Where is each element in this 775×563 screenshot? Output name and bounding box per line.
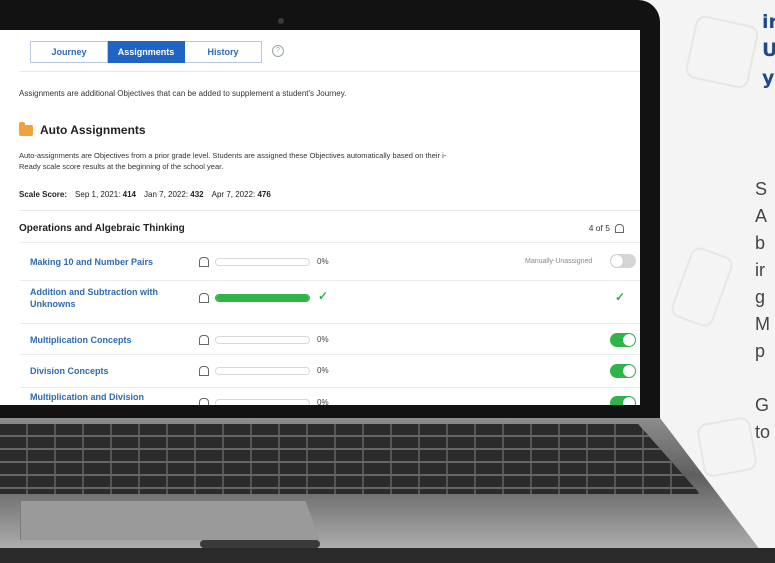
check-icon: ✓ bbox=[318, 289, 329, 303]
divider bbox=[20, 280, 640, 281]
tab-assignments[interactable]: Assignments bbox=[108, 41, 185, 63]
folder-icon bbox=[19, 121, 33, 136]
bell-icon bbox=[615, 223, 624, 233]
objective-count: 4 of 5 bbox=[589, 223, 624, 233]
scale-score-entry: Jan 7, 2022: 432 bbox=[144, 190, 204, 199]
divider bbox=[20, 323, 640, 324]
auto-assignments-heading: Auto Assignments bbox=[19, 121, 146, 137]
bell-icon bbox=[199, 335, 209, 345]
bell-icon bbox=[199, 257, 209, 267]
progress-bar bbox=[215, 294, 310, 302]
camera-icon bbox=[278, 18, 284, 24]
divider bbox=[20, 71, 640, 72]
check-icon: ✓ bbox=[615, 290, 626, 304]
progress-percent: 0% bbox=[317, 398, 329, 405]
laptop-screen: Journey Assignments History ? Assignment… bbox=[0, 30, 640, 405]
tab-bar: Journey Assignments History ? bbox=[30, 41, 284, 63]
assignment-toggle[interactable] bbox=[610, 364, 636, 378]
help-icon[interactable]: ? bbox=[272, 45, 284, 57]
objective-link[interactable]: Multiplication and Division Relationship… bbox=[30, 391, 170, 405]
bell-icon bbox=[199, 398, 209, 405]
side-body-text: S A b ir g M p G to bbox=[755, 179, 771, 442]
auto-assignments-description: Auto-assignments are Objectives from a p… bbox=[19, 151, 447, 171]
progress-bar bbox=[215, 336, 310, 344]
divider bbox=[20, 387, 640, 388]
trackpad bbox=[20, 500, 320, 540]
divider bbox=[20, 354, 640, 355]
progress-percent: 0% bbox=[317, 335, 329, 344]
section-title: Operations and Algebraic Thinking bbox=[19, 223, 185, 234]
scale-score-entry: Apr 7, 2022: 476 bbox=[211, 190, 271, 199]
progress-percent: 0% bbox=[317, 257, 329, 266]
side-heading: ir U y bbox=[762, 11, 775, 89]
scale-score-label: Scale Score: bbox=[19, 190, 68, 199]
background-doodle bbox=[668, 244, 736, 330]
divider bbox=[20, 210, 640, 211]
progress-bar bbox=[215, 258, 310, 266]
laptop-notch bbox=[200, 540, 320, 548]
assignment-toggle[interactable] bbox=[610, 254, 636, 268]
laptop-edge bbox=[0, 548, 775, 563]
bell-icon bbox=[199, 293, 209, 303]
status-text: Manually-Unassigned bbox=[525, 258, 593, 265]
objective-link[interactable]: Division Concepts bbox=[30, 365, 170, 377]
intro-text: Assignments are additional Objectives th… bbox=[19, 89, 347, 98]
keyboard bbox=[0, 424, 700, 494]
objective-link[interactable]: Addition and Subtraction with Unknowns bbox=[30, 286, 170, 310]
assignment-toggle[interactable] bbox=[610, 396, 636, 405]
progress-bar bbox=[215, 367, 310, 375]
laptop-lid: Journey Assignments History ? Assignment… bbox=[0, 0, 660, 418]
objective-link[interactable]: Making 10 and Number Pairs bbox=[30, 256, 170, 268]
progress-bar bbox=[215, 399, 310, 405]
tab-history[interactable]: History bbox=[185, 41, 262, 63]
auto-assignments-title: Auto Assignments bbox=[40, 123, 146, 137]
scale-score-entry: Sep 1, 2021: 414 bbox=[75, 190, 136, 199]
assignment-toggle[interactable] bbox=[610, 333, 636, 347]
background-doodle bbox=[684, 14, 760, 90]
objective-link[interactable]: Multiplication Concepts bbox=[30, 334, 170, 346]
tab-journey[interactable]: Journey bbox=[30, 41, 108, 63]
background-doodle bbox=[695, 415, 759, 479]
scale-score: Scale Score: Sep 1, 2021: 414 Jan 7, 202… bbox=[19, 190, 271, 199]
progress-percent: 0% bbox=[317, 366, 329, 375]
progress-fill bbox=[216, 295, 309, 301]
divider bbox=[20, 242, 640, 243]
bell-icon bbox=[199, 366, 209, 376]
